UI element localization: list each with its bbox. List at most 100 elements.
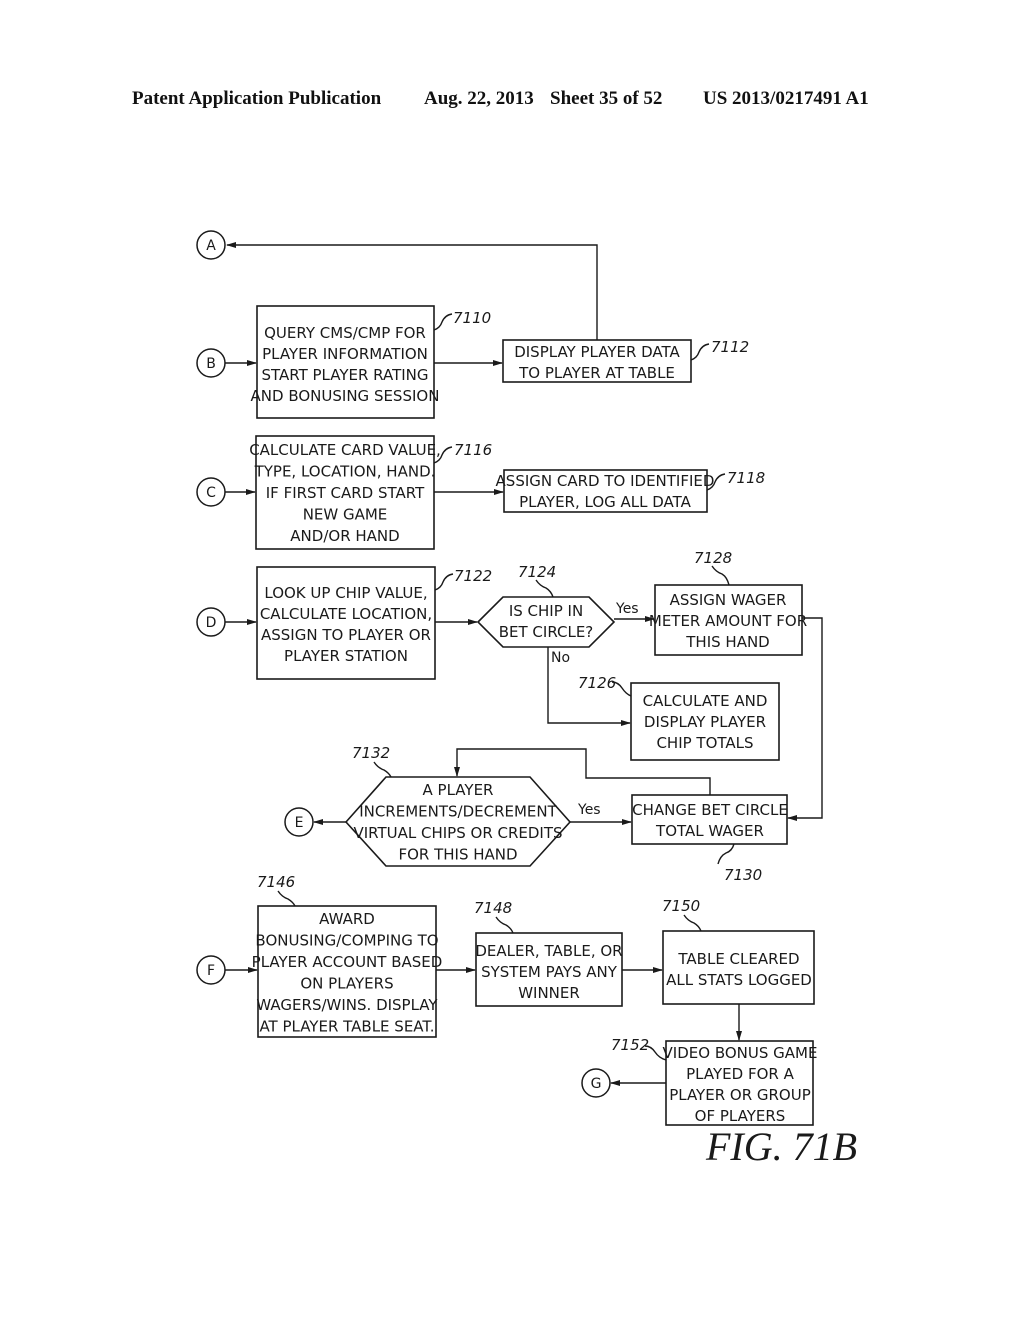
connector-d-label: D — [206, 615, 217, 631]
node-text-line: WINNER — [518, 984, 580, 1002]
node-text-line: SYSTEM PAYS ANY — [481, 963, 618, 981]
node-text-line: TOTAL WAGER — [655, 822, 764, 840]
node-text-line: NEW GAME — [303, 506, 388, 524]
node-text-line: TO PLAYER AT TABLE — [518, 364, 675, 382]
node-text-line: DISPLAY PLAYER — [644, 713, 766, 731]
ref-7112: 7112 — [711, 338, 749, 356]
process-7148: DEALER, TABLE, OR SYSTEM PAYS ANY WINNER — [475, 932, 623, 1007]
label-yes-7124: Yes — [615, 601, 639, 617]
leader-7122 — [434, 573, 454, 591]
node-text-line: LOOK UP CHIP VALUE, — [264, 584, 427, 602]
node-text-line: IS CHIP IN — [509, 602, 583, 620]
node-text-line: PLAYED FOR A — [686, 1065, 794, 1083]
process-7146: AWARD BONUSING/COMPING TO PLAYER ACCOUNT B… — [252, 905, 443, 1038]
node-text-line: VIRTUAL CHIPS OR CREDITS — [353, 824, 562, 842]
decision-7132: A PLAYER INCREMENTS/DECREMENT VIRTUAL CHIP… — [344, 776, 572, 867]
leader-7146 — [277, 890, 296, 907]
ref-7152: 7152 — [611, 1036, 649, 1054]
process-7110: QUERY CMS/CMP FOR PLAYER INFORMATION START… — [251, 305, 439, 419]
ref-7118: 7118 — [727, 469, 765, 487]
node-text-line: INCREMENTS/DECREMENT — [359, 803, 557, 821]
leader-7128 — [711, 565, 730, 586]
leader-7130 — [717, 843, 735, 865]
node-text-line: BET CIRCLE? — [499, 623, 594, 641]
node-text-line: PLAYER OR GROUP — [669, 1086, 811, 1104]
connector-f-label: F — [207, 963, 215, 979]
connector-b: B — [196, 348, 226, 378]
node-text-line: ON PLAYERS — [300, 975, 393, 993]
node-text-line: PLAYER ACCOUNT BASED — [252, 953, 443, 971]
node-text: CALCULATE AND DISPLAY PLAYER CHIP TOTALS — [643, 692, 768, 752]
process-7118: ASSIGN CARD TO IDENTIFIED PLAYER, LOG ALL… — [496, 469, 715, 513]
node-text-line: CHIP TOTALS — [656, 734, 753, 752]
node-text-line: CALCULATE AND — [643, 692, 768, 710]
process-7126: CALCULATE AND DISPLAY PLAYER CHIP TOTALS — [630, 682, 780, 761]
ref-7148: 7148 — [474, 899, 512, 917]
node-text-line: A PLAYER — [423, 781, 494, 799]
node-text-line: ASSIGN TO PLAYER OR — [261, 626, 431, 644]
ref-7146: 7146 — [257, 873, 295, 891]
flowchart: A B C D E F G QUERY CMS/CMP FOR PLAYER IN… — [196, 230, 857, 1169]
node-text-line: BONUSING/COMPING TO — [255, 932, 438, 950]
process-7122: LOOK UP CHIP VALUE, CALCULATE LOCATION, AS… — [256, 566, 436, 680]
ref-7150: 7150 — [662, 897, 700, 915]
node-text-line: METER AMOUNT FOR — [649, 612, 807, 630]
process-7112: DISPLAY PLAYER DATA TO PLAYER AT TABLE — [502, 339, 692, 383]
leader-7150 — [683, 914, 702, 932]
process-7152: VIDEO BONUS GAME PLAYED FOR A PLAYER OR GR… — [663, 1040, 818, 1126]
node-text-line: PLAYER STATION — [284, 647, 408, 665]
node-text-line: START PLAYER RATING — [261, 366, 428, 384]
ref-7128: 7128 — [694, 549, 732, 567]
ref-7126: 7126 — [578, 674, 616, 692]
ref-7130: 7130 — [724, 866, 762, 884]
connector-c: C — [196, 477, 226, 507]
connector-a-label: A — [206, 238, 216, 254]
connector-e-label: E — [295, 815, 304, 831]
leader-7148 — [495, 916, 514, 934]
connector-c-label: C — [206, 485, 216, 501]
node-text-line: ALL STATS LOGGED — [666, 971, 812, 989]
connector-g-label: G — [591, 1076, 602, 1092]
leader-7110 — [433, 313, 453, 331]
leader-7132 — [373, 761, 392, 778]
node-text-line: CALCULATE CARD VALUE, — [249, 441, 441, 459]
connector-e: E — [284, 807, 314, 837]
node-text-line: VIDEO BONUS GAME — [663, 1044, 818, 1062]
node-text-line: DEALER, TABLE, OR — [475, 942, 622, 960]
connector-g: G — [581, 1068, 611, 1098]
decision-7124: IS CHIP IN BET CIRCLE? — [476, 596, 616, 648]
node-text-line: DISPLAY PLAYER DATA — [514, 343, 680, 361]
process-7150: TABLE CLEARED ALL STATS LOGGED — [662, 930, 815, 1005]
ref-7124: 7124 — [518, 563, 556, 581]
node-text-line: TYPE, LOCATION, HAND. — [254, 463, 436, 481]
process-7128: ASSIGN WAGER METER AMOUNT FOR THIS HAND — [649, 584, 807, 656]
connector-a: A — [196, 230, 226, 260]
node-text-line: OF PLAYERS — [695, 1107, 786, 1125]
node-text-line: ASSIGN CARD TO IDENTIFIED — [496, 472, 715, 490]
label-yes-7132: Yes — [577, 802, 601, 818]
process-7116: CALCULATE CARD VALUE, TYPE, LOCATION, HAN… — [249, 435, 441, 550]
node-text-line: PLAYER INFORMATION — [262, 345, 428, 363]
node-text-line: AWARD — [319, 910, 375, 928]
node-text-line: FOR THIS HAND — [398, 846, 517, 864]
process-7130: CHANGE BET CIRCLE TOTAL WAGER — [631, 794, 788, 845]
node-text-line: QUERY CMS/CMP FOR — [264, 324, 426, 342]
leader-7112 — [690, 343, 710, 361]
node-text-line: THIS HAND — [685, 633, 769, 651]
node-text-line: CHANGE BET CIRCLE — [632, 801, 788, 819]
figure-label: FIG. 71B — [705, 1124, 857, 1169]
connector-f: F — [196, 955, 226, 985]
node-text-line: WAGERS/WINS. DISPLAY — [256, 996, 438, 1014]
ref-7116: 7116 — [454, 441, 492, 459]
node-text-line: TABLE CLEARED — [677, 950, 799, 968]
node-text-line: ASSIGN WAGER — [670, 591, 787, 609]
node-text-line: AT PLAYER TABLE SEAT. — [259, 1018, 434, 1036]
leader-7124 — [535, 579, 554, 598]
node-text-line: IF FIRST CARD START — [266, 484, 425, 502]
ref-7122: 7122 — [454, 567, 492, 585]
label-no-7124: No — [551, 650, 570, 666]
connector-b-label: B — [206, 356, 216, 372]
ref-7132: 7132 — [352, 744, 390, 762]
connector-d: D — [196, 607, 226, 637]
ref-7110: 7110 — [453, 309, 491, 327]
